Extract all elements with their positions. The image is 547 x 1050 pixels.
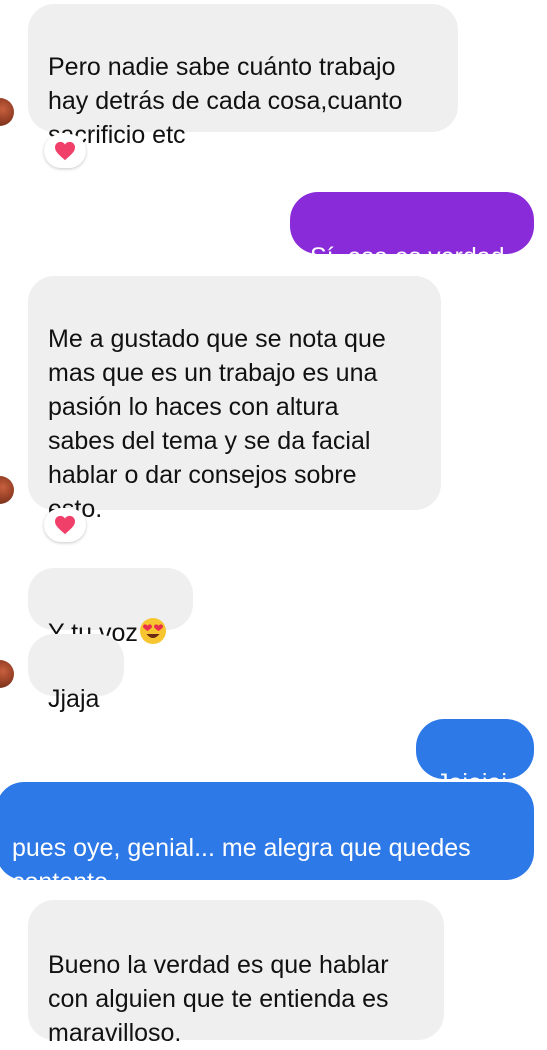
incoming-message[interactable]: Y tu voz	[28, 568, 193, 647]
incoming-message[interactable]: Me a gustado que se nota que mas que es …	[28, 276, 441, 523]
message-text: Me a gustado que se nota que mas que es …	[48, 325, 386, 523]
heart-eyes-emoji-icon	[139, 617, 167, 654]
message-text: Pero nadie sabe cuánto trabajo hay detrá…	[48, 53, 403, 149]
reaction-badge[interactable]	[44, 508, 86, 542]
incoming-message[interactable]: Bueno la verdad es que hablar con alguie…	[28, 900, 444, 1047]
incoming-message[interactable]: Pero nadie sabe cuánto trabajo hay detrá…	[28, 4, 458, 149]
reaction-badge[interactable]	[44, 134, 86, 168]
contact-avatar[interactable]	[0, 476, 14, 504]
message-text: Jjaja	[48, 685, 100, 713]
heart-icon	[55, 141, 75, 161]
outgoing-message[interactable]: Sí, eso es verdad	[290, 192, 534, 271]
contact-avatar[interactable]	[0, 660, 14, 688]
outgoing-message[interactable]: pues oye, genial... me alegra que quedes…	[0, 782, 534, 896]
message-text: pues oye, genial... me alegra que quedes…	[12, 834, 471, 896]
heart-icon	[55, 515, 75, 535]
message-text: Sí, eso es verdad	[310, 243, 505, 271]
incoming-message[interactable]: Jjaja	[28, 634, 124, 713]
contact-avatar[interactable]	[0, 98, 14, 126]
outgoing-message[interactable]: Jajajaj	[416, 719, 534, 797]
message-text: Bueno la verdad es que hablar con alguie…	[48, 951, 389, 1047]
